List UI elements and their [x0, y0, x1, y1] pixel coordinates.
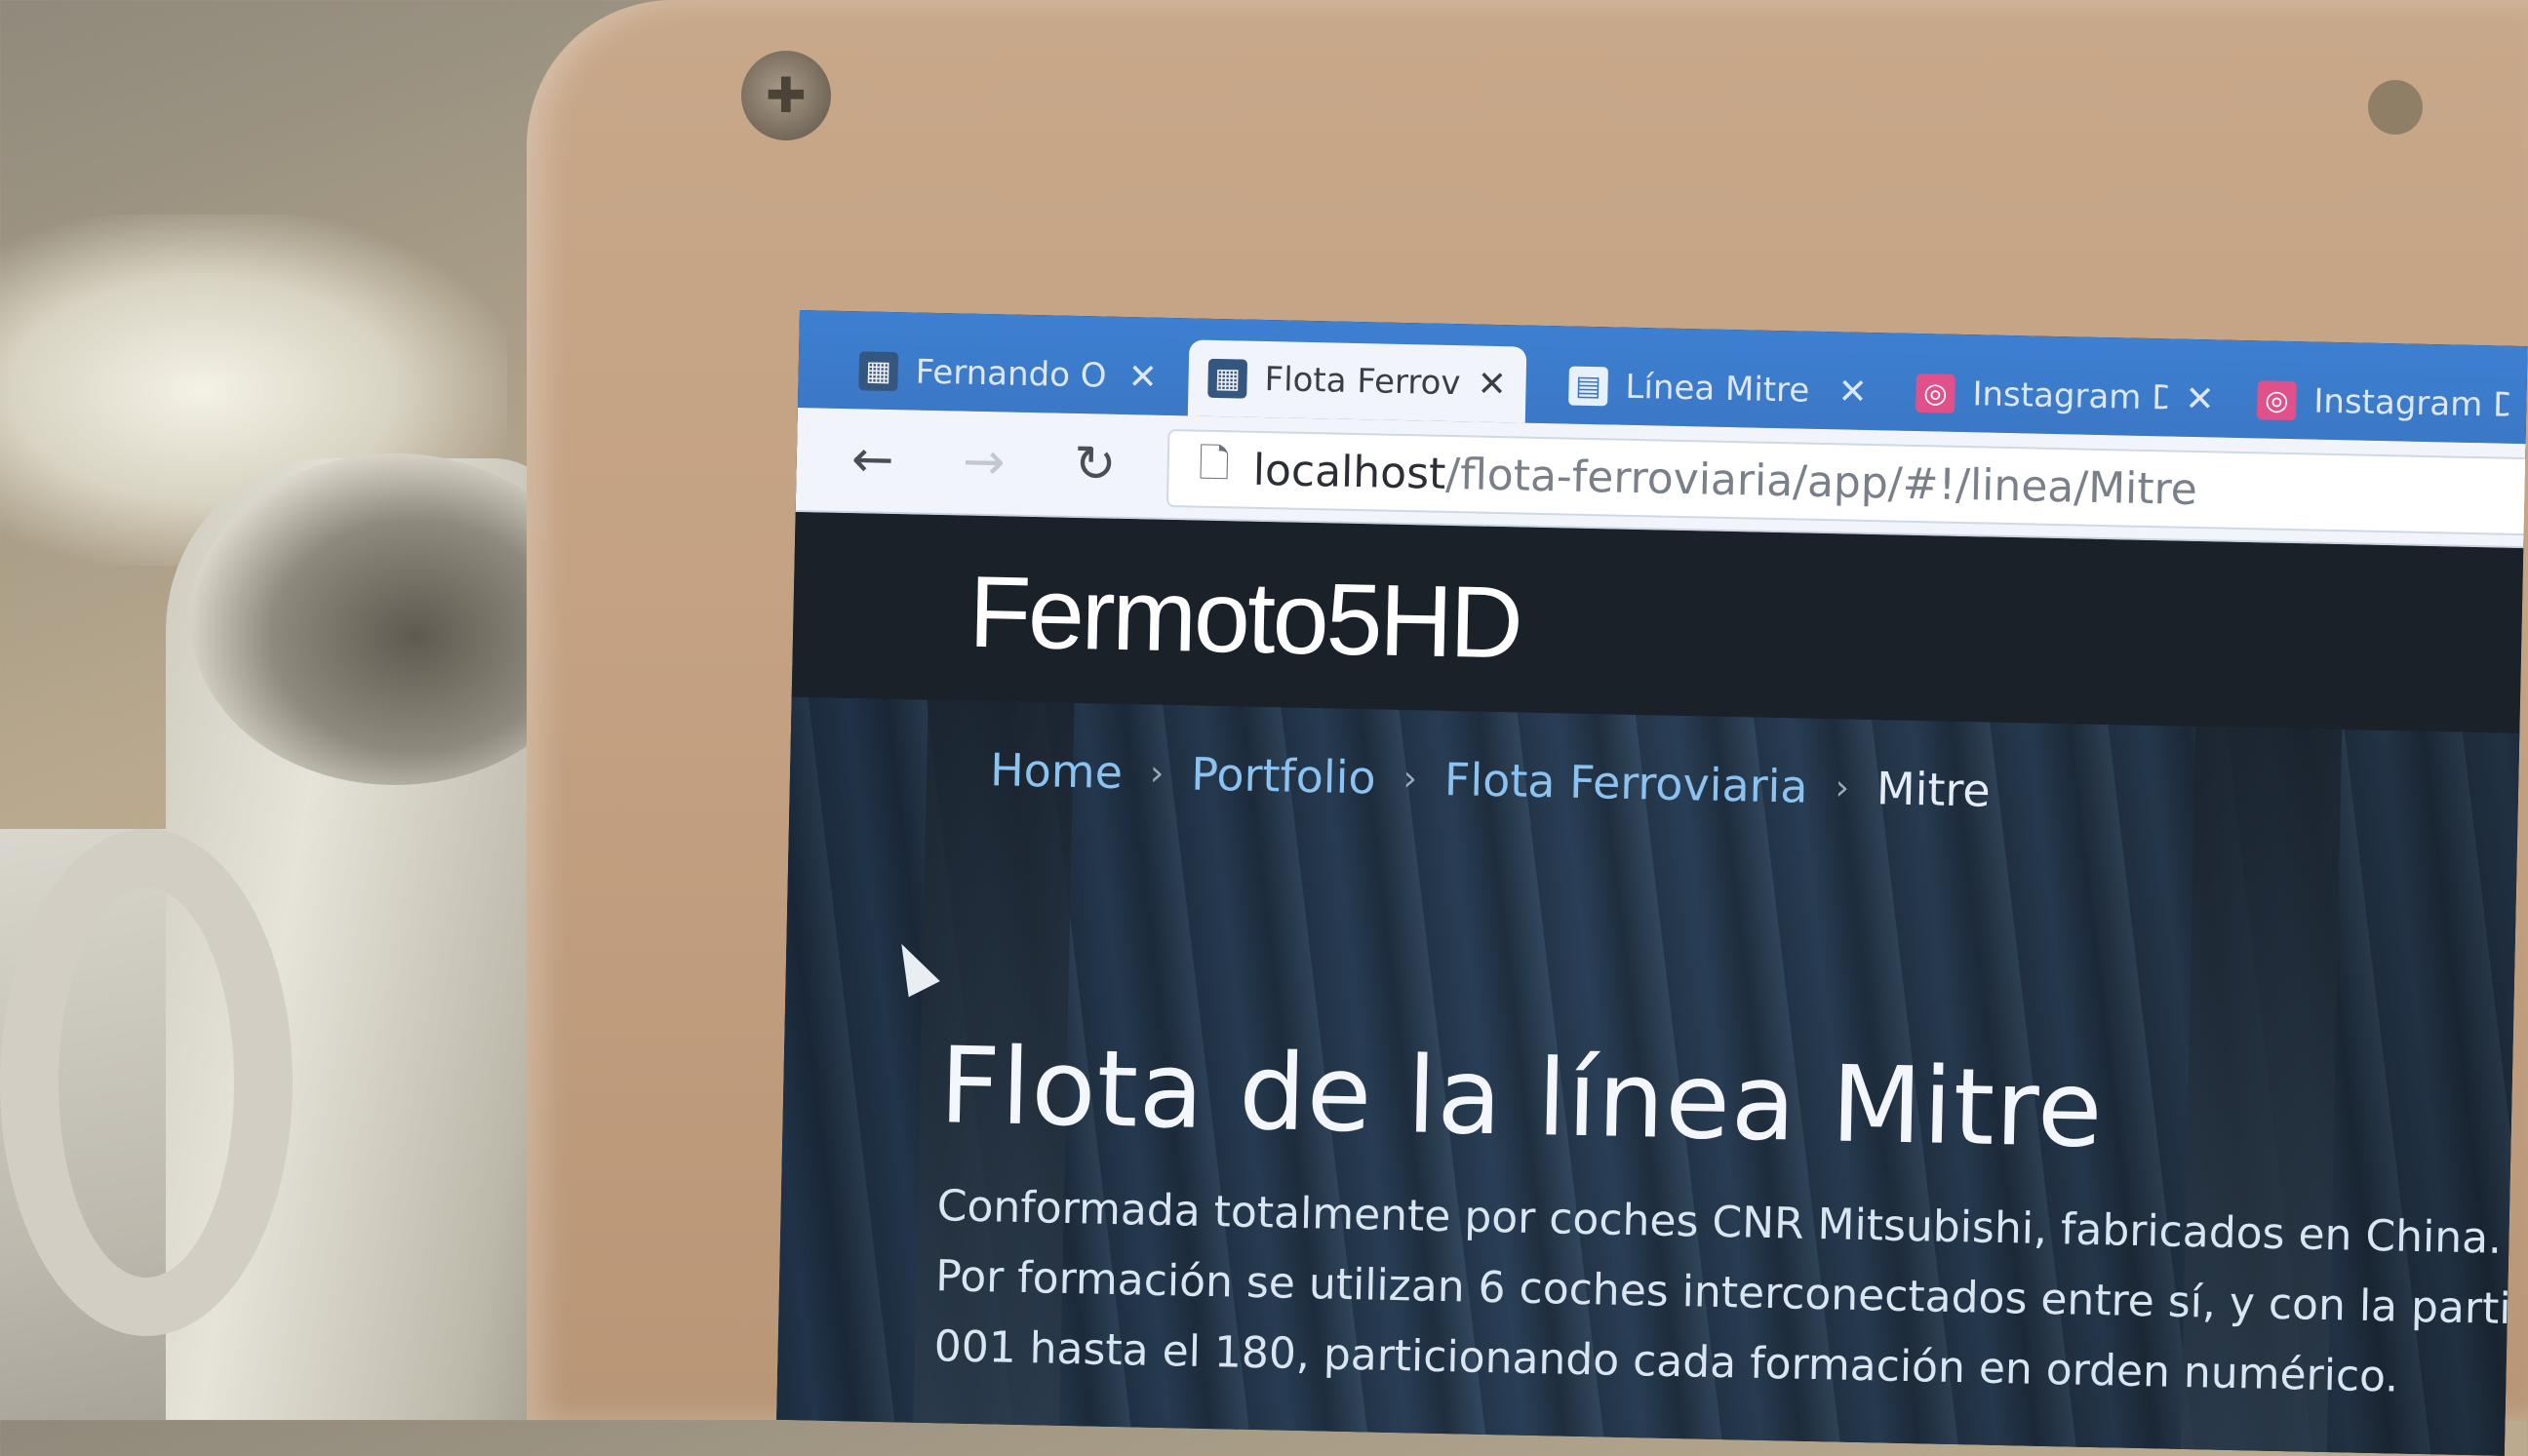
- tab-instagram-2[interactable]: ◎ Instagram D: [2237, 362, 2528, 444]
- f5hd-favicon-icon: ▦: [1207, 358, 1248, 399]
- close-tab-icon[interactable]: ✕: [1837, 372, 1868, 413]
- tab-flota-ferroviaria[interactable]: ▦ Flota Ferrov ✕: [1187, 339, 1527, 423]
- breadcrumb-separator: ›: [1402, 758, 1418, 799]
- close-tab-icon[interactable]: ✕: [1477, 364, 1507, 405]
- reload-icon[interactable]: ↻: [1065, 435, 1125, 494]
- close-tab-icon[interactable]: ✕: [1127, 357, 1158, 398]
- breadcrumb-current: Mitre: [1876, 762, 1992, 817]
- laptop-screen: ▦ Fernando O ✕ ▦ Flota Ferrov ✕ ▤ Línea …: [776, 310, 2528, 1456]
- page-title: Flota de la línea Mitre: [938, 1025, 2105, 1172]
- site-header: Fermoto5HD: [791, 511, 2524, 734]
- instagram-favicon-icon: ◎: [2256, 380, 2297, 421]
- forward-arrow-icon[interactable]: →: [954, 432, 1013, 492]
- screw-icon: ✚: [741, 51, 831, 140]
- back-arrow-icon[interactable]: ←: [843, 430, 902, 490]
- coffee-mug-handle: [0, 829, 293, 1336]
- breadcrumb-separator: ›: [1149, 753, 1165, 794]
- close-tab-icon[interactable]: ✕: [2185, 378, 2215, 419]
- breadcrumb-portfolio[interactable]: Portfolio: [1191, 748, 1376, 805]
- line-description: Conformada totalmente por coches CNR Mit…: [933, 1171, 2527, 1417]
- breadcrumb-home[interactable]: Home: [990, 743, 1124, 799]
- sheets-favicon-icon: ▤: [1568, 366, 1608, 407]
- page-info-icon[interactable]: 🗋: [1198, 436, 1231, 503]
- breadcrumb-separator: ›: [1835, 767, 1850, 808]
- f5hd-favicon-icon: ▦: [858, 351, 899, 392]
- webcam: [2368, 80, 2423, 135]
- instagram-favicon-icon: ◎: [1916, 373, 1955, 413]
- breadcrumb-flota-ferroviaria[interactable]: Flota Ferroviaria: [1443, 753, 1808, 813]
- site-logo[interactable]: Fermoto5HD: [968, 555, 1521, 683]
- tab-instagram-1[interactable]: ◎ Instagram D ✕: [1896, 355, 2235, 438]
- tab-fernando[interactable]: ▦ Fernando O ✕: [839, 333, 1178, 415]
- tab-linea-mitre[interactable]: ▤ Línea Mitre ✕: [1549, 347, 1888, 430]
- address-bar[interactable]: 🗋 localhost/flota-ferroviaria/app/#!/lin…: [1165, 428, 2528, 536]
